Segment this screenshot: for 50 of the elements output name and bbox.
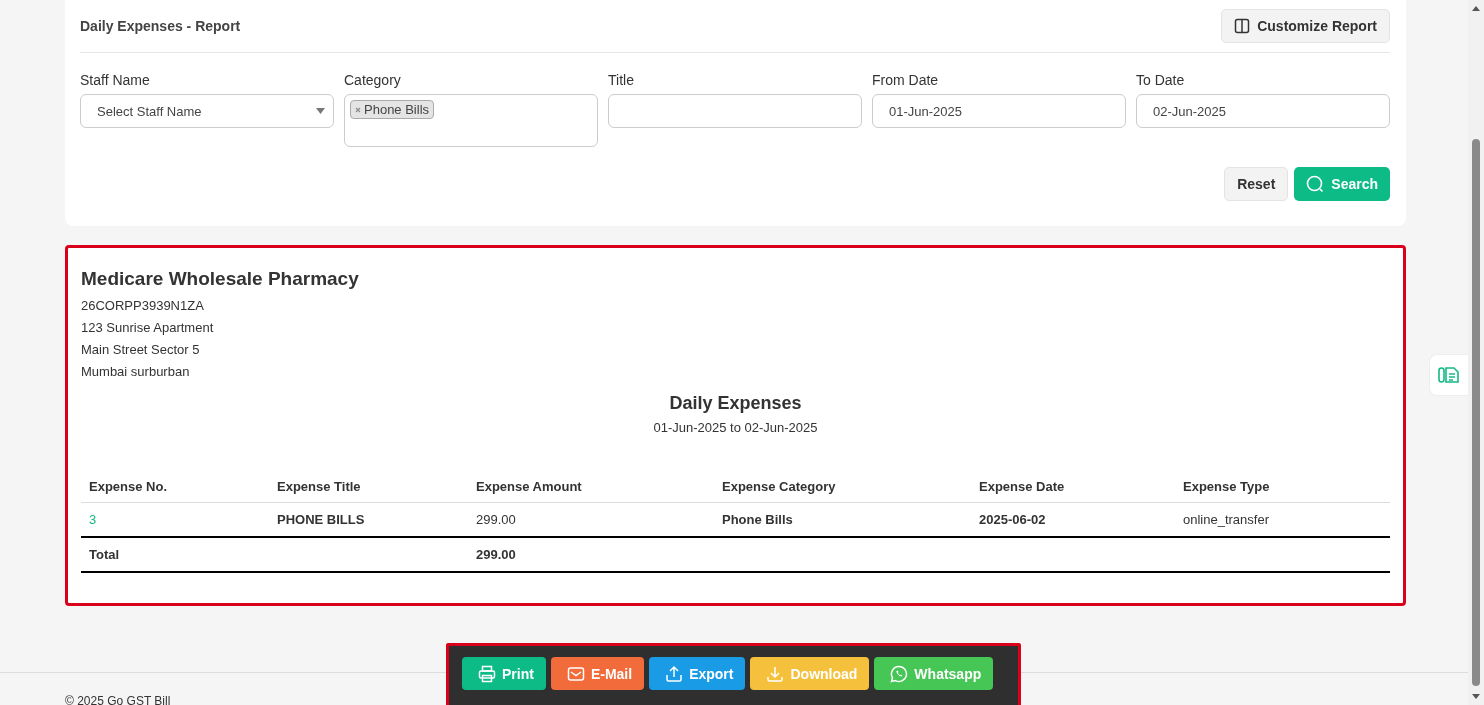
table-cell: PHONE BILLS xyxy=(277,512,365,527)
report-title: Daily Expenses xyxy=(669,393,802,413)
company-name: Medicare Wholesale Pharmacy xyxy=(81,268,360,290)
input-field[interactable]: 02-Jun-2025 xyxy=(1136,94,1390,128)
reset-button[interactable]: Reset xyxy=(1224,167,1289,201)
column-header: Expense Type xyxy=(1183,479,1270,494)
total-amount: 299.00 xyxy=(476,547,516,562)
table-cell: 2025-06-02 xyxy=(979,512,1046,527)
scroll-up-icon[interactable] xyxy=(1472,6,1480,11)
column-header: Expense Date xyxy=(979,479,1065,494)
field-label: Category xyxy=(344,72,401,88)
address-line: 123 Sunrise Apartment xyxy=(81,319,215,337)
copyright-text: © 2025 Go GST Bill xyxy=(65,694,171,705)
address-line: Main Street Sector 5 xyxy=(81,341,201,359)
document-icon xyxy=(1438,366,1460,384)
download-icon xyxy=(766,664,785,683)
input-field[interactable] xyxy=(608,94,862,128)
printer-icon xyxy=(478,664,496,683)
search-icon xyxy=(1306,175,1325,193)
address-line: Mumbai surburban xyxy=(81,363,191,381)
remove-icon[interactable] xyxy=(355,106,361,113)
field-label: Staff Name xyxy=(80,72,150,88)
columns-icon xyxy=(1234,18,1251,34)
table-cell: 299.00 xyxy=(476,512,516,527)
field-label: Title xyxy=(608,72,634,88)
scrollbar-thumb[interactable] xyxy=(1472,139,1480,686)
field-label: From Date xyxy=(872,72,939,88)
category-tag[interactable]: Phone Bills xyxy=(350,100,435,119)
table-cell: online_transfer xyxy=(1183,512,1269,527)
table-cell: Phone Bills xyxy=(722,512,793,527)
category-multiselect[interactable]: Phone Bills xyxy=(344,94,598,147)
column-header: Expense Title xyxy=(277,479,361,494)
scroll-down-icon[interactable] xyxy=(1472,694,1480,699)
column-header: Expense No. xyxy=(89,479,168,494)
envelope-icon xyxy=(566,665,585,682)
address-line: 26CORPP3939N1ZA xyxy=(81,297,205,315)
report-period: 01-Jun-2025 to 02-Jun-2025 xyxy=(653,420,818,435)
side-panel-button[interactable] xyxy=(1429,354,1468,396)
scrollbar[interactable] xyxy=(1468,0,1484,705)
staff-name-select[interactable]: Select Staff Name xyxy=(80,94,334,128)
customize-report-button[interactable]: Customize Report xyxy=(1221,9,1390,43)
column-header: Expense Amount xyxy=(476,479,582,494)
upload-icon xyxy=(665,664,684,683)
field-label: To Date xyxy=(1136,72,1185,88)
chat-icon xyxy=(890,664,909,683)
dropdown-caret-icon xyxy=(316,108,325,114)
column-header: Expense Category xyxy=(722,479,836,494)
page-title: Daily Expenses - Report xyxy=(80,18,241,34)
input-field[interactable]: 01-Jun-2025 xyxy=(872,94,1126,128)
total-label: Total xyxy=(89,547,120,562)
